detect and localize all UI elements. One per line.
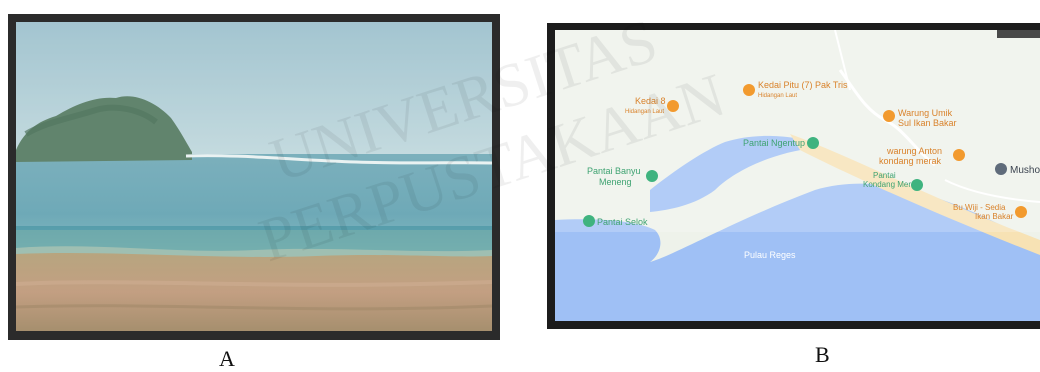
water-label: Pulau Reges [744, 250, 796, 260]
svg-text:Hidangan Laut: Hidangan Laut [625, 109, 664, 115]
svg-text:warung Anton: warung Anton [886, 146, 942, 156]
poi-musholla[interactable]: Musholla [995, 163, 1040, 176]
svg-text:Pantai: Pantai [873, 171, 896, 180]
svg-text:Meneng: Meneng [599, 177, 632, 187]
svg-text:Bu Wiji - Sedia: Bu Wiji - Sedia [953, 203, 1006, 212]
sand-beach [16, 253, 492, 331]
svg-text:Kedai Pitu (7) Pak Tris: Kedai Pitu (7) Pak Tris [758, 80, 848, 90]
svg-text:Kedai 8: Kedai 8 [635, 96, 666, 106]
beach-photo-panel [8, 14, 500, 340]
svg-text:Pantai Banyu: Pantai Banyu [587, 166, 641, 176]
beach-photo [16, 22, 492, 331]
svg-text:Musholla: Musholla [1010, 165, 1040, 176]
svg-text:Pantai Ngentup: Pantai Ngentup [743, 138, 805, 148]
svg-text:Ikan Bakar: Ikan Bakar [975, 212, 1014, 221]
map-panel: Kedai Pitu (7) Pak Tris Hidangan Laut Ke… [547, 23, 1040, 329]
map: Kedai Pitu (7) Pak Tris Hidangan Laut Ke… [555, 30, 1040, 321]
svg-text:Warung Umik: Warung Umik [898, 108, 953, 118]
caption-b: B [815, 342, 830, 367]
svg-text:kondang merak: kondang merak [879, 156, 942, 166]
poi-pantai-selok[interactable]: Pantai Selok [583, 215, 648, 227]
svg-text:Hidangan Laut: Hidangan Laut [758, 93, 797, 99]
svg-text:Pantai Selok: Pantai Selok [597, 217, 648, 227]
caption-a: A [219, 346, 235, 371]
svg-text:Sul Ikan Bakar: Sul Ikan Bakar [898, 118, 957, 128]
